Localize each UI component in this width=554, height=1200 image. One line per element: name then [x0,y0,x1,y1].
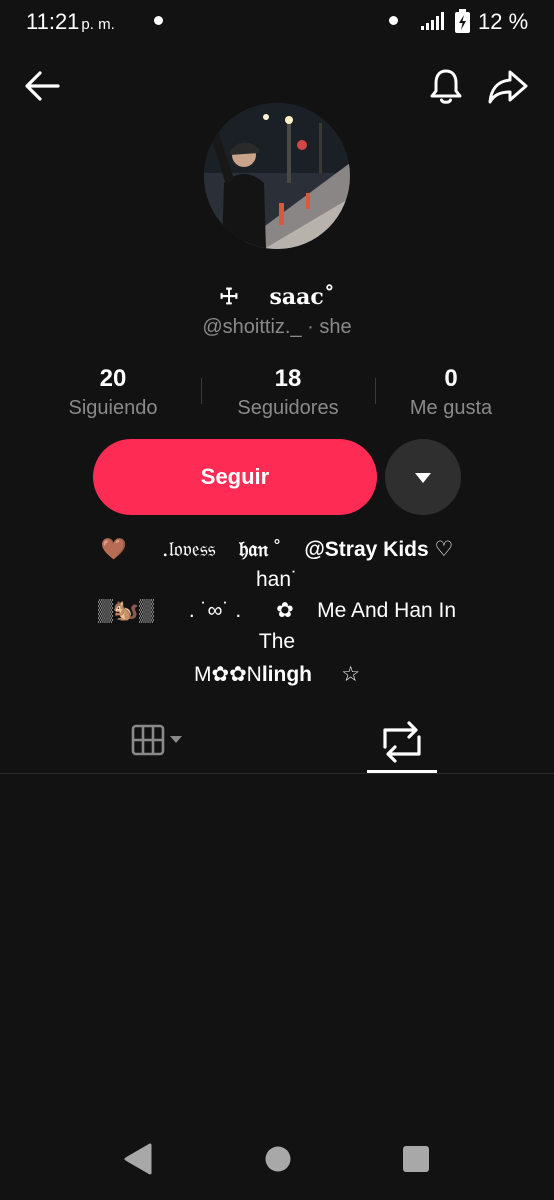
followers-label: Seguidores [237,397,339,419]
squirrel-emoji: ▒🐿️▒ [97,599,154,622]
bio-line-3: ▒🐿️▒ . ˙∞˙ . ✿ Me And Han In [0,595,554,627]
repost-icon [383,721,421,763]
bio-text: Me And Han In [317,599,457,622]
caret-down-icon [415,473,431,483]
following-count: 20 [99,365,127,392]
bio-line-2: han˙ [255,568,299,591]
tab-reposts[interactable] [367,712,437,772]
ampm-text: p. m. [81,16,115,33]
star-symbol: ☆ [341,663,361,686]
likes-count: 0 [444,365,458,392]
mention-link[interactable]: @Stray Kids [304,538,428,561]
notification-dot-icon [154,16,163,25]
username: @shoittiz._ · she [202,316,352,338]
profile-photo-icon [204,103,350,249]
bio-text: 𝔥𝔞𝔫 [238,536,269,561]
system-recents-button[interactable] [401,1142,431,1176]
bio-line-5: M✿✿Nlingh ☆ [0,659,554,691]
avatar[interactable] [204,103,350,249]
battery-percent: 12 % [478,9,529,34]
system-home-button[interactable] [264,1142,292,1176]
grid-icon [131,724,182,756]
bio-text: .𝔩𝔬𝔳𝔢𝔰𝔰 [161,537,216,561]
following-label: Siguiendo [68,397,158,419]
stat-likes[interactable]: 0 Me gusta [361,364,541,422]
display-name: ☩ saac˚ [219,284,335,310]
back-button[interactable] [22,66,62,106]
signal-icon [421,12,444,30]
followers-count: 18 [274,365,302,392]
profile-screen: 11:21 p. m. 12 % ☩ saac˚ @shoittiz._ · s… [0,0,554,1200]
bio-line-4: The [258,630,296,653]
suggested-accounts-button[interactable] [385,439,461,515]
bell-icon [430,69,462,104]
arrow-left-icon [25,71,60,101]
heart-symbol: ♡ [434,538,454,561]
stat-following[interactable]: 20 Siguiendo [23,364,203,422]
heart-emoji: 🤎 [100,538,127,561]
bio-text: . ˙∞˙ . [188,599,242,622]
stat-followers[interactable]: 18 Seguidores [198,364,378,422]
follow-button[interactable]: Seguir [93,439,377,515]
status-time: 11:21 p. m. [26,9,115,35]
share-button[interactable] [488,66,528,106]
notification-dot-icon [389,16,398,25]
bio-line-1: 🤎 .𝔩𝔬𝔳𝔢𝔰𝔰 𝔥𝔞𝔫 ˚ @Stray Kids ♡ [0,533,554,566]
system-back-button[interactable] [122,1142,152,1176]
tabs-divider [0,773,554,774]
time-text: 11:21 [26,9,80,34]
status-bar: 11:21 p. m. 12 % [0,0,554,44]
flower-symbol: ✿ [276,599,294,622]
battery-charging-icon [455,9,470,33]
bio-text: M✿✿N [193,663,262,686]
bio-text: lingh [261,663,312,686]
notifications-button[interactable] [426,66,466,106]
likes-label: Me gusta [409,397,493,419]
bio-text: ˚ [273,538,281,561]
share-arrow-icon [488,70,528,104]
tab-videos[interactable] [130,712,190,772]
